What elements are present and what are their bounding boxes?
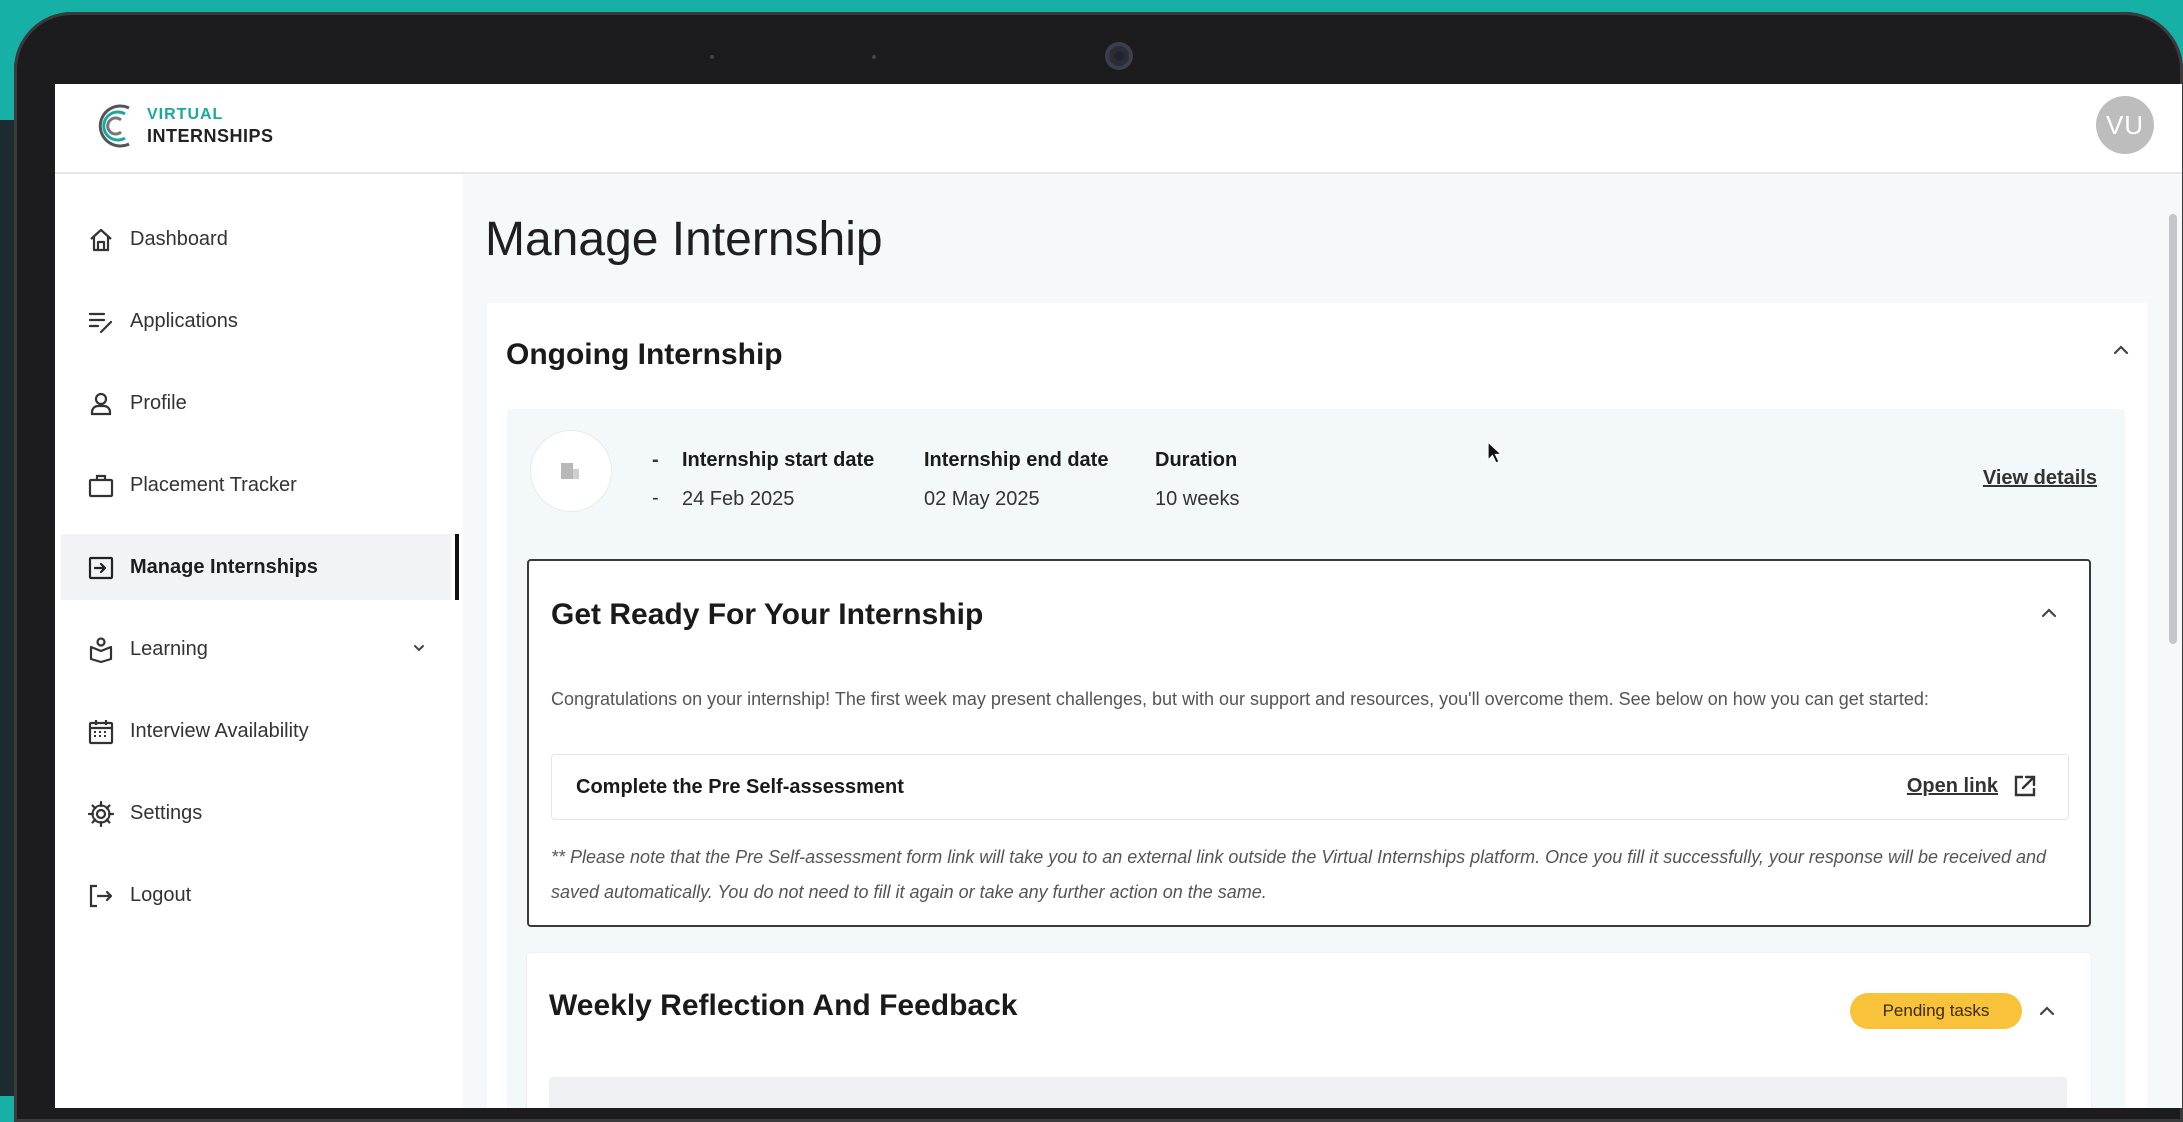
sidebar-item-label: Applications bbox=[130, 309, 238, 332]
sidebar-item-manage-internships[interactable]: Manage Internships bbox=[61, 534, 459, 600]
duration-label: Duration bbox=[1155, 449, 1238, 471]
gear-icon bbox=[87, 800, 115, 828]
external-link-icon bbox=[2014, 775, 2036, 797]
start-date-label: Internship start date bbox=[682, 449, 875, 471]
chevron-down-icon[interactable] bbox=[409, 638, 429, 658]
vertical-scrollbar[interactable] bbox=[2167, 214, 2179, 644]
sidebar-item-label: Dashboard bbox=[130, 227, 228, 250]
pre-assessment-task: Complete the Pre Self-assessment Open li… bbox=[551, 754, 2069, 820]
bullet-mark: - bbox=[652, 449, 659, 471]
internship-summary: - - Internship start date 24 Feb 2025 In… bbox=[507, 409, 2125, 1108]
login-box-icon bbox=[88, 556, 114, 580]
end-date-field: Internship end date 02 May 2025 bbox=[924, 449, 1108, 511]
get-ready-panel: Get Ready For Your Internship Congratula… bbox=[527, 559, 2091, 927]
sidebar: Dashboard Applications Profile Placement… bbox=[55, 174, 461, 1108]
sidebar-item-interview-availability[interactable]: Interview Availability bbox=[61, 698, 451, 764]
user-icon bbox=[90, 392, 112, 416]
sidebar-item-applications[interactable]: Applications bbox=[61, 288, 451, 354]
sidebar-item-label: Profile bbox=[130, 391, 187, 414]
end-date-label: Internship end date bbox=[924, 449, 1109, 471]
list-edit-icon bbox=[88, 312, 113, 334]
building-icon bbox=[561, 463, 579, 479]
chevron-up-icon[interactable] bbox=[2109, 338, 2133, 362]
user-avatar[interactable]: VU bbox=[2096, 96, 2154, 154]
get-ready-description: Congratulations on your internship! The … bbox=[551, 689, 1929, 709]
sidebar-item-profile[interactable]: Profile bbox=[61, 370, 451, 436]
mouse-pointer-icon bbox=[1487, 440, 1504, 464]
end-date-value: 02 May 2025 bbox=[924, 488, 1040, 510]
logo-line-1: VIRTUAL bbox=[147, 105, 224, 123]
sidebar-item-dashboard[interactable]: Dashboard bbox=[61, 206, 451, 272]
duration-value: 10 weeks bbox=[1155, 488, 1240, 510]
bullet-mark: - bbox=[652, 487, 659, 509]
brand-logo[interactable]: VIRTUAL INTERNSHIPS bbox=[89, 98, 274, 154]
home-icon bbox=[90, 228, 112, 252]
weekly-reflection-title: Weekly Reflection And Feedback bbox=[549, 989, 1018, 1022]
app-screen: VIRTUAL INTERNSHIPS VU Dashboard Applica… bbox=[55, 84, 2182, 1108]
start-date-value: 24 Feb 2025 bbox=[682, 488, 795, 510]
sidebar-item-settings[interactable]: Settings bbox=[61, 780, 451, 846]
duration-field: Duration 10 weeks bbox=[1155, 449, 1240, 511]
scrollbar-thumb[interactable] bbox=[2169, 214, 2177, 644]
logo-line-2: INTERNSHIPS bbox=[147, 125, 274, 146]
start-date-field: Internship start date 24 Feb 2025 bbox=[682, 449, 874, 511]
top-bar: VIRTUAL INTERNSHIPS VU bbox=[55, 84, 2182, 174]
sensor-dot bbox=[872, 55, 876, 59]
sidebar-item-label: Manage Internships bbox=[130, 555, 318, 578]
external-link-note: ** Please note that the Pre Self-assessm… bbox=[551, 847, 2047, 902]
ongoing-internship-title: Ongoing Internship bbox=[506, 338, 783, 371]
view-details-link[interactable]: View details bbox=[1983, 467, 2097, 490]
calendar-icon bbox=[88, 720, 114, 745]
sidebar-item-label: Learning bbox=[130, 637, 208, 660]
learning-icon bbox=[89, 637, 113, 664]
sidebar-item-label: Interview Availability bbox=[130, 719, 309, 742]
pending-tasks-badge: Pending tasks bbox=[1850, 993, 2022, 1029]
task-label: Complete the Pre Self-assessment bbox=[576, 776, 904, 798]
sidebar-item-logout[interactable]: Logout bbox=[61, 862, 451, 928]
sidebar-item-placement-tracker[interactable]: Placement Tracker bbox=[61, 452, 451, 518]
sidebar-item-label: Placement Tracker bbox=[130, 473, 297, 496]
sidebar-item-label: Settings bbox=[130, 801, 203, 824]
sensor-dot bbox=[710, 55, 714, 59]
briefcase-icon bbox=[88, 474, 114, 498]
chevron-up-icon[interactable] bbox=[2037, 601, 2061, 625]
sidebar-item-label: Logout bbox=[130, 883, 192, 906]
get-ready-title: Get Ready For Your Internship bbox=[551, 598, 984, 631]
weekly-task-row[interactable] bbox=[549, 1077, 2067, 1108]
camera-icon bbox=[1105, 42, 1133, 70]
tablet-frame: VIRTUAL INTERNSHIPS VU Dashboard Applica… bbox=[14, 12, 2183, 1122]
page-title: Manage Internship bbox=[485, 213, 883, 266]
main-content: Manage Internship Ongoing Internship - -… bbox=[463, 174, 2182, 1108]
sidebar-item-learning[interactable]: Learning bbox=[61, 616, 451, 682]
logout-icon bbox=[89, 884, 113, 908]
weekly-reflection-panel: Weekly Reflection And Feedback Pending t… bbox=[527, 953, 2091, 1108]
ongoing-internship-card: Ongoing Internship - - Internship start … bbox=[487, 303, 2147, 1108]
company-logo bbox=[531, 431, 611, 511]
logo-swirl-icon bbox=[98, 104, 130, 148]
logo-text: VIRTUAL INTERNSHIPS bbox=[147, 105, 274, 148]
chevron-up-icon[interactable] bbox=[2035, 999, 2059, 1023]
open-link-button[interactable]: Open link bbox=[1907, 773, 2038, 799]
open-link-label: Open link bbox=[1906, 774, 1998, 797]
